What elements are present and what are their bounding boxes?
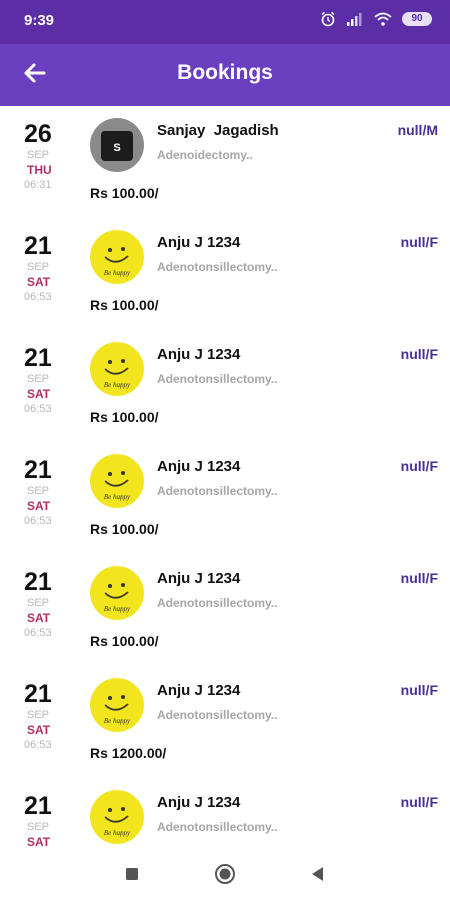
avatar-smiley: Be happy [90, 230, 144, 284]
booking-price: Rs 100.00/ [90, 409, 159, 425]
patient-name: Sanjay Jagadish [157, 122, 279, 139]
page-title: Bookings [177, 61, 273, 84]
procedure-name: Adenotonsillectomy.. [157, 820, 278, 834]
avatar-photo: S [90, 118, 144, 172]
booking-day: 21 [24, 456, 52, 484]
gender-tag: null/F [400, 682, 438, 698]
booking-time: 06:53 [24, 515, 52, 527]
booking-day: 21 [24, 232, 52, 260]
procedure-name: Adenotonsillectomy.. [157, 260, 278, 274]
procedure-name: Adenotonsillectomy.. [157, 596, 278, 610]
booking-month: SEP [27, 261, 50, 273]
alarm-icon [321, 11, 335, 27]
booking-month: SEP [27, 821, 50, 833]
svg-text:Be happy: Be happy [104, 381, 131, 389]
booking-day: 21 [24, 344, 52, 372]
booking-item[interactable]: 21 SEP SAT Be happy Anju J 1234 Adenoton… [0, 778, 450, 848]
booking-weekday: SAT [27, 275, 51, 289]
booking-day: 21 [24, 568, 52, 596]
app-bar: Bookings [0, 44, 450, 106]
procedure-name: Adenotonsillectomy.. [157, 484, 278, 498]
booking-time: 06:31 [24, 179, 52, 191]
patient-name: Anju J 1234 [157, 458, 241, 475]
booking-weekday: THU [27, 163, 52, 177]
booking-price: Rs 1200.00/ [90, 745, 167, 761]
avatar-smiley: Be happy [90, 678, 144, 732]
circle-icon[interactable] [213, 862, 237, 886]
booking-price: Rs 100.00/ [90, 521, 159, 537]
avatar-smiley: Be happy [90, 454, 144, 508]
status-bar: 9:39 90 [0, 0, 450, 44]
procedure-name: Adenoidectomy.. [157, 148, 253, 162]
triangle-back-icon[interactable] [306, 862, 330, 886]
booking-weekday: SAT [27, 387, 51, 401]
bookings-list: 26 SEP THU 06:31 S Sanjay Jagadish Adeno… [0, 106, 450, 848]
booking-time: 06:53 [24, 627, 52, 639]
battery-icon: 90 [402, 12, 432, 26]
booking-price: Rs 100.00/ [90, 633, 159, 649]
patient-name: Anju J 1234 [157, 346, 241, 363]
avatar-smiley: Be happy [90, 790, 144, 844]
booking-day: 21 [24, 680, 52, 708]
booking-weekday: SAT [27, 499, 51, 513]
patient-name: Anju J 1234 [157, 234, 241, 251]
patient-name: Anju J 1234 [157, 794, 241, 811]
svg-text:S: S [113, 142, 120, 154]
booking-weekday: SAT [27, 723, 51, 737]
patient-name: Anju J 1234 [157, 570, 241, 587]
booking-item[interactable]: 21 SEP SAT 06:53 Be happy Anju J 1234 Ad… [0, 442, 450, 554]
booking-item[interactable]: 21 SEP SAT 06:53 Be happy Anju J 1234 Ad… [0, 666, 450, 778]
booking-item[interactable]: 26 SEP THU 06:31 S Sanjay Jagadish Adeno… [0, 106, 450, 218]
gender-tag: null/M [397, 122, 438, 138]
booking-month: SEP [27, 485, 50, 497]
signal-icon [347, 13, 362, 26]
svg-text:Be happy: Be happy [104, 605, 131, 613]
booking-weekday: SAT [27, 611, 51, 625]
booking-item[interactable]: 21 SEP SAT 06:53 Be happy Anju J 1234 Ad… [0, 554, 450, 666]
booking-month: SEP [27, 709, 50, 721]
booking-time: 06:53 [24, 403, 52, 415]
booking-weekday: SAT [27, 835, 51, 848]
booking-price: Rs 100.00/ [90, 185, 159, 201]
square-icon[interactable] [120, 862, 144, 886]
booking-time: 06:53 [24, 291, 52, 303]
booking-item[interactable]: 21 SEP SAT 06:53 Be happy Anju J 1234 Ad… [0, 330, 450, 442]
procedure-name: Adenotonsillectomy.. [157, 708, 278, 722]
avatar-smiley: Be happy [90, 566, 144, 620]
gender-tag: null/F [400, 234, 438, 250]
status-icons: 90 [320, 11, 432, 27]
procedure-name: Adenotonsillectomy.. [157, 372, 278, 386]
avatar-smiley: Be happy [90, 342, 144, 396]
svg-text:Be happy: Be happy [104, 493, 131, 501]
booking-day: 21 [24, 792, 52, 820]
svg-text:Be happy: Be happy [104, 269, 131, 277]
booking-month: SEP [27, 597, 50, 609]
booking-day: 26 [24, 120, 52, 148]
wifi-icon [374, 12, 392, 26]
patient-name: Anju J 1234 [157, 682, 241, 699]
gender-tag: null/F [400, 458, 438, 474]
booking-item[interactable]: 21 SEP SAT 06:53 Be happy Anju J 1234 Ad… [0, 218, 450, 330]
status-time: 9:39 [24, 12, 55, 29]
booking-time: 06:53 [24, 739, 52, 751]
booking-month: SEP [27, 373, 50, 385]
gender-tag: null/F [400, 570, 438, 586]
system-nav-bar [0, 848, 450, 900]
booking-price: Rs 100.00/ [90, 297, 159, 313]
gender-tag: null/F [400, 794, 438, 810]
booking-month: SEP [27, 149, 50, 161]
svg-text:Be happy: Be happy [104, 717, 131, 725]
gender-tag: null/F [400, 346, 438, 362]
svg-text:Be happy: Be happy [104, 829, 131, 837]
